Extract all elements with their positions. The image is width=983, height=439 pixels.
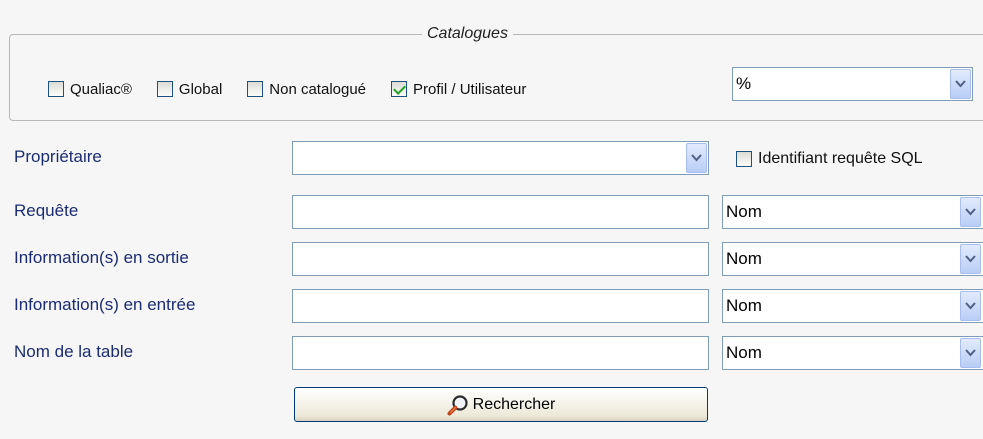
checkbox-qualiac-label: Qualiac® [70, 80, 132, 98]
chevron-down-icon[interactable] [960, 291, 981, 321]
chevron-down-icon[interactable] [960, 338, 981, 368]
sortie-mode-select[interactable]: Nom [722, 242, 983, 276]
checkbox-profil-utilisateur-label: Profil / Utilisateur [413, 80, 527, 98]
chevron-down-icon[interactable] [960, 244, 981, 274]
field-label-requete: Requête [14, 201, 79, 220]
table-mode-select[interactable]: Nom [722, 336, 983, 370]
checkbox-qualiac[interactable] [48, 81, 64, 97]
checkbox-global-label: Global [178, 80, 223, 98]
owner-select[interactable] [292, 141, 709, 175]
table-mode-value: Nom [726, 343, 762, 362]
search-button[interactable]: Rechercher [294, 387, 708, 422]
owner-label: Propriétaire [14, 147, 102, 166]
checkbox-sql-id-label: Identifiant requête SQL [758, 150, 923, 167]
field-label-table: Nom de la table [14, 342, 134, 361]
sortie-mode-value: Nom [726, 249, 762, 268]
catalogues-legend: Catalogues [422, 25, 513, 43]
profile-select-value: % [736, 74, 752, 93]
entree-mode-select[interactable]: Nom [722, 289, 983, 323]
checkbox-non-catalogue-label: Non catalogué [269, 80, 367, 98]
checkbox-non-catalogue[interactable] [247, 81, 264, 97]
entree-input[interactable] [292, 289, 709, 323]
sortie-input[interactable] [292, 242, 709, 276]
search-button-label: Rechercher [472, 395, 556, 413]
field-label-entree: Information(s) en entrée [14, 295, 196, 314]
profile-select[interactable]: % [732, 67, 973, 101]
table-input[interactable] [292, 336, 709, 370]
checkbox-global[interactable] [156, 81, 173, 97]
checkbox-sql-id[interactable] [736, 151, 752, 167]
chevron-down-icon[interactable] [686, 143, 707, 173]
magnifier-icon [447, 394, 468, 415]
requete-input[interactable] [292, 195, 709, 229]
chevron-down-icon[interactable] [950, 69, 971, 99]
field-label-sortie: Information(s) en sortie [14, 248, 189, 267]
catalogue-checkboxes: Qualiac® Global Non catalogué Profil / U… [48, 78, 551, 100]
entree-mode-value: Nom [726, 296, 762, 315]
requete-mode-value: Nom [726, 202, 762, 221]
checkbox-profil-utilisateur[interactable] [391, 81, 408, 97]
sql-id-option: Identifiant requête SQL [736, 150, 923, 168]
chevron-down-icon[interactable] [960, 197, 981, 227]
search-panel: Catalogues Qualiac® Global Non catalogué… [0, 0, 983, 439]
requete-mode-select[interactable]: Nom [722, 195, 983, 229]
